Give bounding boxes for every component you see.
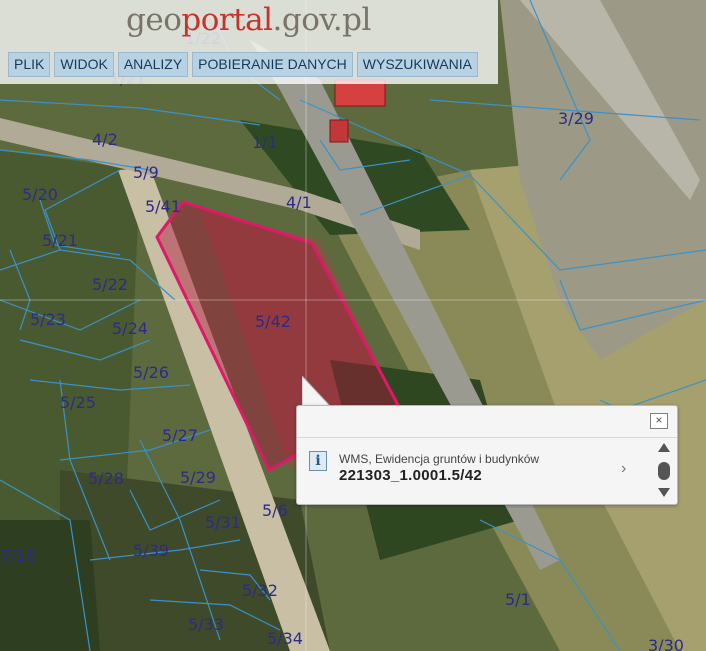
parcel-label: 5/28 bbox=[88, 469, 124, 488]
map-canvas[interactable]: 1/221/214/21/15/95/205/414/15/215/225/42… bbox=[0, 0, 706, 651]
scrollbar-thumb[interactable] bbox=[658, 462, 670, 480]
menu-analizy[interactable]: ANALIZY bbox=[117, 52, 189, 77]
menu-wyszukiwania[interactable]: WYSZUKIWANIA bbox=[356, 52, 478, 77]
header-panel: geoportal.gov.pl PLIK WIDOK ANALIZY POBI… bbox=[0, 0, 498, 84]
parcel-label: 3/29 bbox=[558, 109, 594, 128]
parcel-label: 5/25 bbox=[60, 393, 96, 412]
parcel-label: 5/6 bbox=[262, 501, 288, 520]
feature-info-popup: × i WMS, Ewidencja gruntów i budynków 22… bbox=[296, 405, 678, 505]
parcel-label: 7/16 bbox=[0, 546, 36, 565]
parcel-label: 5/41 bbox=[145, 197, 181, 216]
parcel-label: 5/21 bbox=[42, 231, 78, 250]
logo-part-portal: portal bbox=[181, 2, 273, 38]
parcel-label: 1/1 bbox=[252, 133, 278, 152]
parcel-label: 3/30 bbox=[648, 636, 684, 651]
parcel-label: 5/39 bbox=[133, 541, 169, 560]
parcel-label: 5/33 bbox=[188, 615, 224, 634]
main-menu: PLIK WIDOK ANALIZY POBIERANIE DANYCH WYS… bbox=[8, 52, 478, 77]
logo-part-geo: geo bbox=[126, 2, 182, 38]
parcel-label: 5/31 bbox=[205, 513, 241, 532]
parcel-label: 5/34 bbox=[267, 629, 303, 648]
info-icon: i bbox=[309, 451, 327, 471]
chevron-right-icon[interactable]: › bbox=[621, 460, 626, 478]
parcel-id: 221303_1.0001.5/42 bbox=[339, 467, 483, 484]
parcel-label: 5/26 bbox=[133, 363, 169, 382]
menu-plik[interactable]: PLIK bbox=[8, 52, 51, 77]
parcel-label: 5/32 bbox=[242, 581, 278, 600]
geoportal-logo[interactable]: geoportal.gov.pl bbox=[126, 2, 371, 38]
parcel-label: 5/9 bbox=[133, 163, 159, 182]
scroll-up-arrow-icon[interactable] bbox=[658, 443, 670, 452]
parcel-label: 5/23 bbox=[30, 310, 66, 329]
close-icon[interactable]: × bbox=[650, 413, 668, 429]
parcel-label: 5/1 bbox=[505, 590, 531, 609]
parcel-label: 4/1 bbox=[286, 193, 312, 212]
layer-name: WMS, Ewidencja gruntów i budynków bbox=[339, 452, 540, 466]
scroll-down-arrow-icon[interactable] bbox=[658, 488, 670, 497]
parcel-label: 5/29 bbox=[180, 468, 216, 487]
popup-pointer bbox=[302, 376, 332, 407]
popup-divider bbox=[297, 437, 677, 438]
menu-widok[interactable]: WIDOK bbox=[54, 52, 114, 77]
parcel-label: 4/2 bbox=[92, 130, 118, 149]
parcel-label: 5/42 bbox=[255, 312, 291, 331]
building bbox=[329, 119, 349, 143]
parcel-label: 5/24 bbox=[112, 319, 148, 338]
parcel-label: 5/22 bbox=[92, 275, 128, 294]
logo-part-domain: .gov.pl bbox=[272, 2, 372, 38]
parcel-label: 5/27 bbox=[162, 426, 198, 445]
parcel-label: 5/20 bbox=[22, 185, 58, 204]
menu-pobieranie-danych[interactable]: POBIERANIE DANYCH bbox=[192, 52, 353, 77]
